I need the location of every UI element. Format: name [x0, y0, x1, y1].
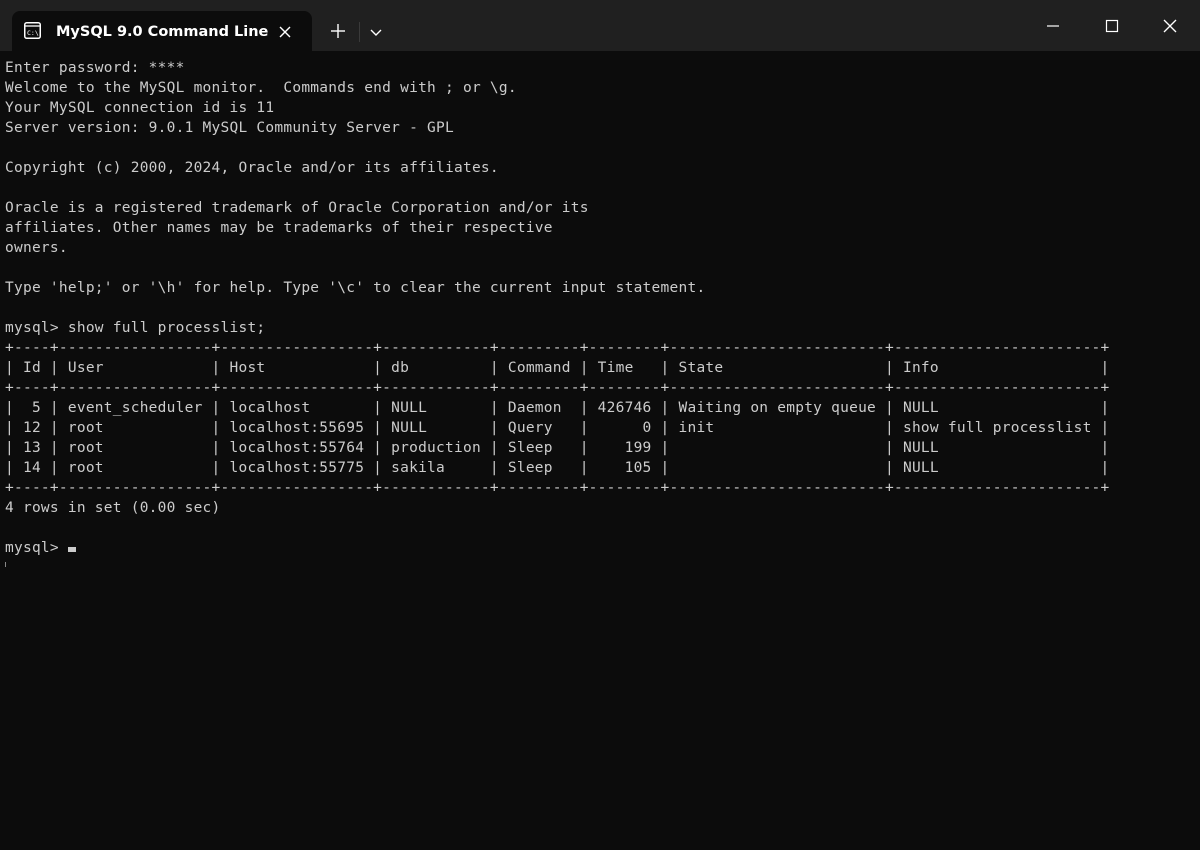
command-prompt[interactable]: mysql>: [5, 538, 76, 558]
terminal-window: C:\ MySQL 9.0 Command Line Client: [0, 0, 1200, 850]
maximize-icon: [1105, 19, 1119, 33]
minimize-icon: [1047, 25, 1059, 27]
console-area[interactable]: Enter password: **** Welcome to the MySQ…: [0, 51, 1200, 850]
close-window-button[interactable]: [1142, 8, 1198, 44]
minimize-button[interactable]: [1025, 8, 1081, 44]
svg-text:C:\: C:\: [27, 29, 39, 37]
close-tab-icon[interactable]: [274, 21, 296, 43]
tab-mysql-client[interactable]: C:\ MySQL 9.0 Command Line Client: [12, 11, 312, 51]
maximize-button[interactable]: [1084, 8, 1140, 44]
tab-title: MySQL 9.0 Command Line Client: [56, 24, 274, 40]
title-bar[interactable]: C:\ MySQL 9.0 Command Line Client: [0, 0, 1200, 51]
close-icon: [1163, 19, 1177, 33]
chevron-down-icon[interactable]: [364, 20, 388, 44]
cursor-artifact: [5, 562, 6, 567]
terminal-output: Enter password: **** Welcome to the MySQ…: [5, 60, 1110, 516]
divider: [359, 22, 360, 42]
plus-icon[interactable]: [326, 18, 350, 44]
text-cursor: [67, 547, 76, 552]
console-icon: C:\: [24, 22, 41, 39]
prompt-text: mysql>: [5, 540, 68, 556]
